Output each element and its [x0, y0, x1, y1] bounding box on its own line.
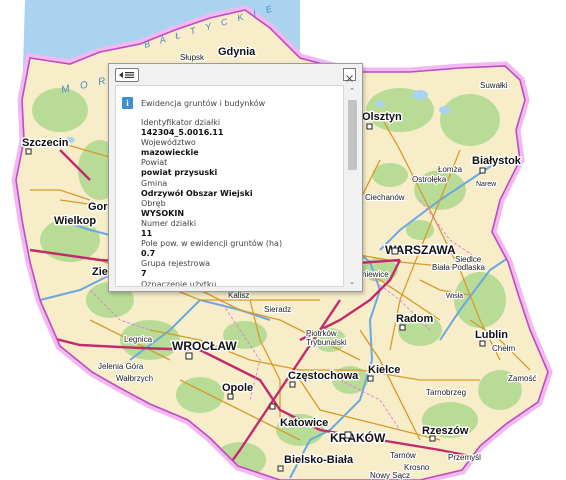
city-kielce[interactable]: Kielce: [367, 363, 402, 378]
attribute-label: Obręb: [141, 198, 166, 208]
attribute-label: Gmina: [141, 178, 168, 188]
city-olsztyn[interactable]: Olsztyn: [361, 110, 404, 125]
city-tarnobrzeg[interactable]: Tarnobrzeg: [425, 387, 468, 399]
city-legnica[interactable]: Legnica: [123, 334, 154, 346]
attribute-value: mazowieckie: [141, 148, 199, 158]
popup-close-button[interactable]: [343, 68, 356, 82]
attribute-value: 142304_5.0016.11: [141, 128, 224, 138]
chevron-down-icon[interactable]: ⌄: [346, 277, 358, 287]
popup-menu-button[interactable]: [115, 68, 139, 82]
city-walbrzych[interactable]: Wałbrzych: [115, 373, 155, 385]
info-icon: i: [122, 97, 133, 109]
city-kalisz[interactable]: Kalisz: [227, 290, 251, 302]
city-ciechanow[interactable]: Ciechanów: [364, 192, 406, 204]
city-jelenia-gora[interactable]: Jelenia Góra: [97, 361, 145, 373]
popup-content[interactable]: i Ewidencja gruntów i budynków Identyfik…: [115, 85, 344, 287]
city-sieradz[interactable]: Sieradz: [263, 304, 293, 316]
layer-header: i Ewidencja gruntów i budynków: [122, 96, 265, 110]
attribute-label: Województwo: [141, 138, 196, 148]
close-icon: [346, 75, 353, 82]
city-katowice[interactable]: Katowice: [279, 416, 330, 431]
city-krakow[interactable]: KRAKÓW: [329, 429, 388, 447]
attribute-value: 7: [141, 269, 147, 279]
city-skierniewice[interactable]: niewice: [361, 269, 391, 281]
city-biala-podlaska[interactable]: Biała Podlaska: [431, 262, 487, 274]
city-lublin[interactable]: Lublin: [474, 328, 510, 343]
scrollbar-thumb[interactable]: [348, 100, 357, 170]
city-przemysl[interactable]: Przemyśl: [447, 452, 483, 464]
chevron-up-icon[interactable]: ⌃: [346, 86, 358, 96]
city-nowy-sacz[interactable]: Nowy Sącz: [369, 470, 412, 480]
attribute-label: Grupa rejestrowa: [141, 259, 211, 269]
city-gdynia[interactable]: Gdynia: [217, 45, 258, 60]
city-slupsk[interactable]: Słupsk: [179, 52, 207, 64]
city-zamosc[interactable]: Zamość: [507, 373, 538, 385]
attribute-value: powiat przysuski: [141, 168, 218, 178]
city-lomza[interactable]: Łomża: [437, 164, 464, 176]
city-wielkopolski[interactable]: Wielkop: [53, 214, 98, 229]
attribute-value: Odrzywół Obszar Wiejski: [141, 188, 253, 198]
city-zielona[interactable]: Zie: [91, 265, 110, 280]
layer-title: Ewidencja gruntów i budynków: [141, 98, 266, 108]
city-tarnow[interactable]: Tarnów: [389, 450, 418, 462]
attribute-label: Pole pow. w ewidencji gruntów (ha): [141, 239, 283, 249]
attribute-value: WYSOKIN: [141, 208, 185, 218]
city-piotrkow[interactable]: Piotrków: [305, 328, 338, 340]
city-rzeszow[interactable]: Rzeszów: [421, 424, 471, 439]
city-opole[interactable]: Opole: [221, 381, 255, 396]
city-wroclaw[interactable]: WROCŁAW: [171, 338, 239, 355]
city-bialystok[interactable]: Białystok: [471, 154, 524, 169]
attribute-label: Identyfikator działki: [141, 118, 221, 127]
city-trybunalski[interactable]: Trybunalski: [305, 337, 348, 349]
city-gorzow[interactable]: Gor: [87, 200, 110, 215]
attribute-value: 0.7: [141, 249, 156, 259]
menu-icon: [119, 72, 134, 78]
attribute-label: Powiat: [141, 158, 168, 168]
attribute-list: Identyfikator działki 142304_5.0016.11 Woj…: [141, 118, 339, 287]
feature-info-popup: i Ewidencja gruntów i budynków Identyfik…: [108, 63, 363, 292]
city-suwalki[interactable]: Suwałki: [479, 80, 509, 92]
city-czestochowa[interactable]: Częstochowa: [287, 369, 361, 384]
river-narew-label: Narew: [476, 181, 497, 188]
popup-scrollbar[interactable]: ⌃ ⌄: [346, 86, 358, 287]
attribute-value: 11: [141, 229, 153, 239]
city-szczecin[interactable]: Szczecin: [21, 136, 71, 151]
attribute-label: Oznaczenie użytku: [141, 279, 217, 287]
city-chelm[interactable]: Chełm: [491, 343, 517, 355]
city-radom[interactable]: Radom: [395, 312, 436, 327]
river-wisla-label: Wisła: [446, 293, 463, 300]
attribute-label: Numer działki: [141, 218, 197, 228]
city-ostroleka[interactable]: Ostrołęka: [411, 174, 448, 186]
city-bielsko-biala[interactable]: Bielsko-Biała: [283, 453, 356, 468]
